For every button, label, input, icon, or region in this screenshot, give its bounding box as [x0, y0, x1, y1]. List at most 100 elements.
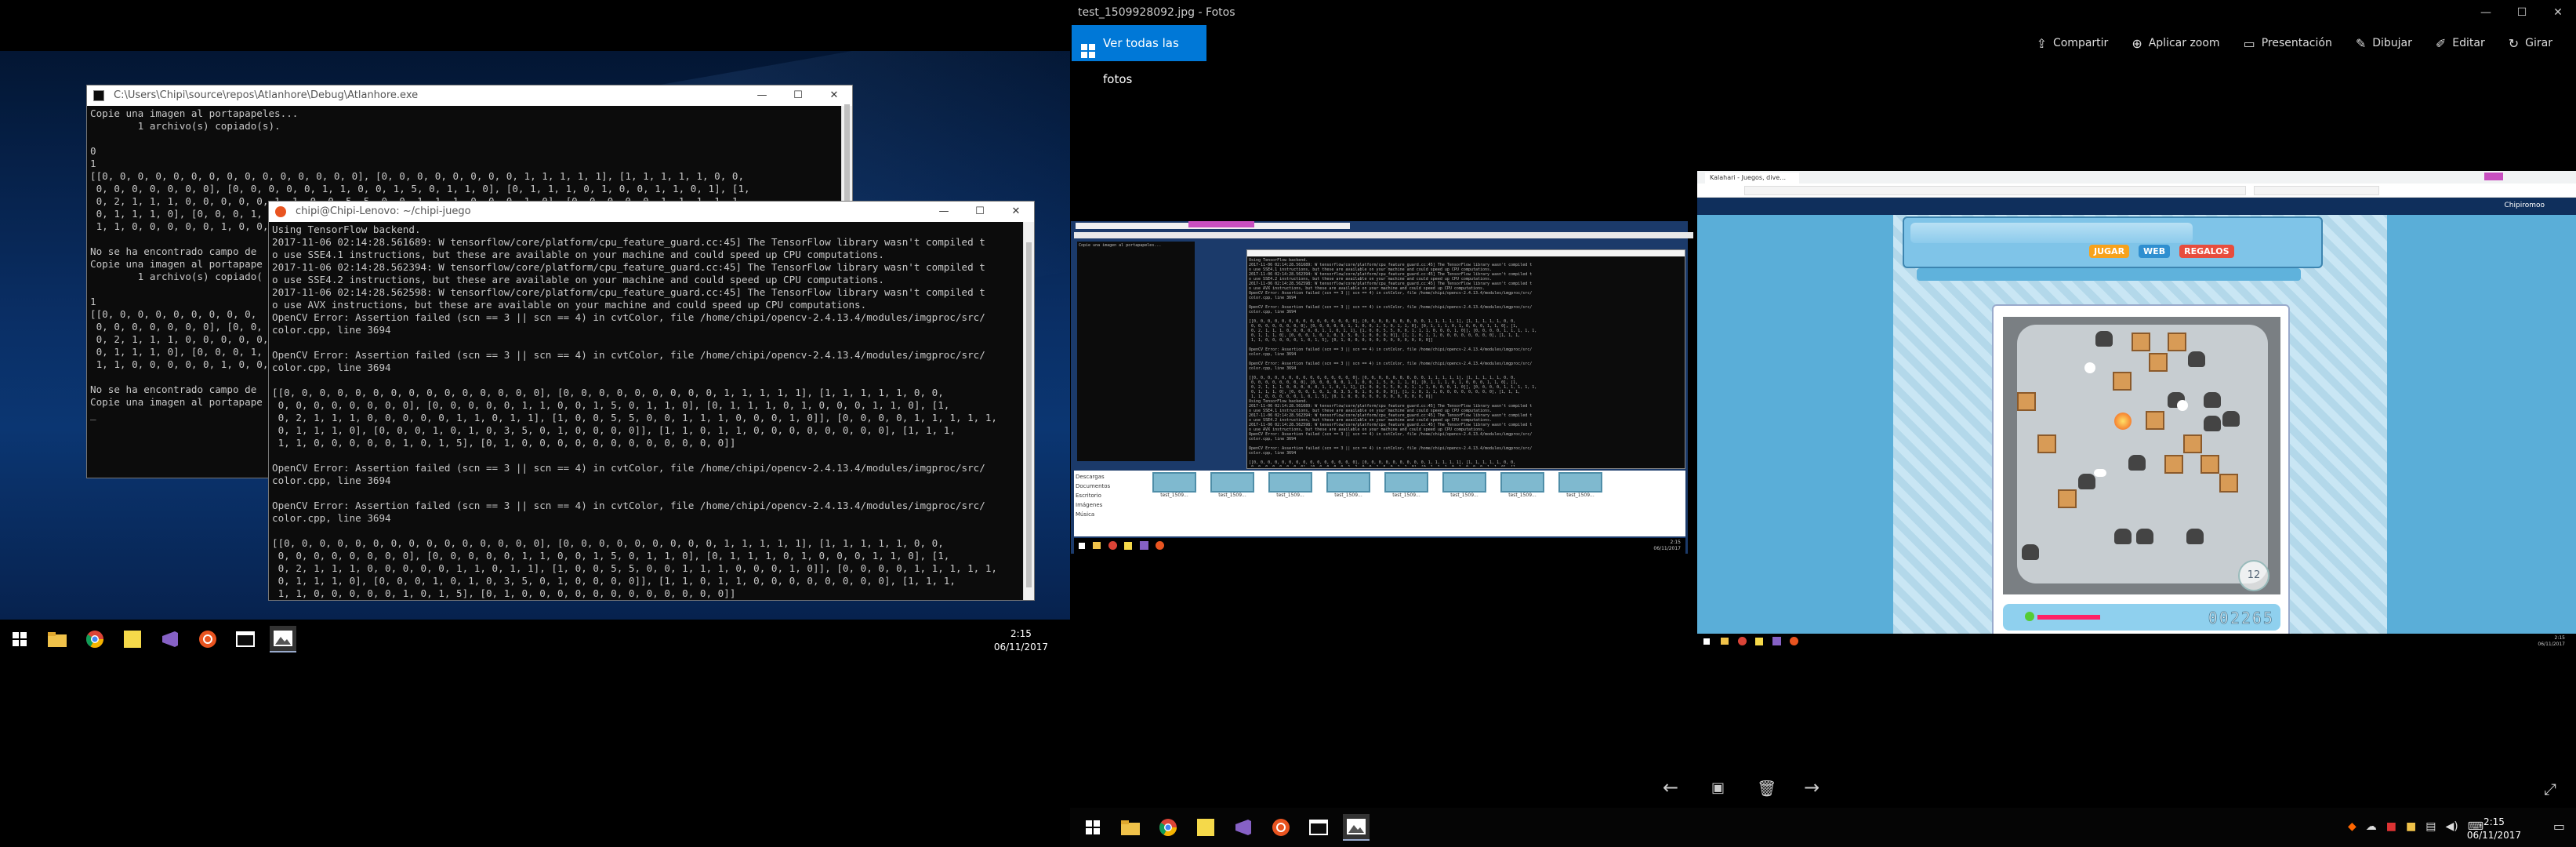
photo-inner-desktop: Copie una imagen al portapapeles... Usin… — [1071, 221, 1693, 554]
photos-app-icon[interactable] — [1343, 814, 1370, 841]
game-rock — [2128, 455, 2146, 471]
visual-studio-icon[interactable] — [157, 626, 183, 653]
file-explorer-icon[interactable] — [1117, 814, 1144, 841]
terminal-line: o use SSE4.2 instructions, but these are… — [272, 274, 884, 285]
draw-icon: ✎ — [2355, 35, 2367, 51]
inner-taskbar: 2:15 06/11/2017 — [1074, 538, 1685, 554]
toolbar-label: Dibujar — [2372, 37, 2412, 49]
photos-app-icon[interactable] — [270, 626, 296, 653]
inner-ubuntu-titlebar — [1247, 250, 1685, 256]
game-rock — [2022, 544, 2039, 560]
minimize-button[interactable]: — — [926, 202, 962, 222]
toolbar-presentación-button[interactable]: ▭ Presentación — [2244, 36, 2332, 51]
minimize-button[interactable]: — — [744, 85, 780, 106]
terminal-line: [[0, 0, 0, 0, 0, 0, 0, 0, 0, 0, 0, 0, 0,… — [272, 537, 944, 549]
inner-notes-icon — [1755, 638, 1763, 645]
ubuntu-app-icon[interactable] — [1268, 814, 1294, 841]
game-rock — [2204, 416, 2221, 431]
inner-sidebar-item: Música — [1076, 511, 1095, 518]
info-icon[interactable]: ▣ — [1711, 780, 1725, 796]
game-nav-button: REGALOS — [2179, 245, 2234, 258]
ubuntu-app-icon[interactable] — [194, 626, 221, 653]
clock-date: 06/11/2017 — [2466, 830, 2521, 841]
toolbar-girar-button[interactable]: ↻ Girar — [2509, 36, 2552, 51]
ubuntu-terminal-window[interactable]: chipi@Chipi-Lenovo: ~/chipi-juego — ☐ ✕ … — [268, 201, 1035, 601]
chrome-icon[interactable] — [1155, 814, 1181, 841]
photo-content-browser: Kalahari - Juegos, dive… Chipiromoo JUGA… — [1697, 171, 2576, 649]
ubuntu-scrollbar[interactable] — [1023, 222, 1034, 600]
toolbar-aplicar-zoom-button[interactable]: ⊕ Aplicar zoom — [2132, 36, 2219, 51]
toolbar-dibujar-button[interactable]: ✎ Dibujar — [2356, 36, 2412, 51]
file-explorer-icon[interactable] — [44, 626, 71, 653]
minimize-button[interactable]: — — [2468, 0, 2504, 25]
tray-app3-icon[interactable]: ■ — [2406, 820, 2416, 833]
thumbnail-label: test_1509... — [1392, 493, 1420, 498]
network-icon[interactable]: ▤ — [2425, 820, 2436, 833]
fullscreen-icon[interactable]: ⤢ — [2544, 780, 2556, 798]
toolbar-editar-button[interactable]: ✐ Editar — [2436, 36, 2485, 51]
volume-icon[interactable]: ◀) — [2445, 820, 2458, 833]
console-app-icon[interactable] — [1305, 814, 1332, 841]
taskbar-clock[interactable]: 2:15 06/11/2017 — [2467, 816, 2521, 842]
terminal-line: 0, 0, 0, 0, 0, 0, 0, 0], [0, 0, 0, 0, 0,… — [272, 399, 950, 411]
game-rock — [2114, 529, 2132, 544]
game-menu-row — [1917, 268, 2301, 281]
inner-clock-time: 2:15 — [1670, 540, 1681, 545]
ubuntu-output[interactable]: Using TensorFlow backend. 2017-11-06 02:1… — [269, 222, 1034, 600]
terminal-line: color.cpp, line 3694 — [272, 512, 391, 524]
tray-app2-icon[interactable]: ■ — [2386, 820, 2396, 833]
thumbnail-image — [1558, 472, 1602, 493]
inner-ubuntu-icon — [1156, 541, 1164, 550]
sticky-notes-icon[interactable] — [1192, 814, 1219, 841]
edit-icon: ✐ — [2435, 35, 2447, 51]
game-nav-button: JUGAR — [2089, 245, 2130, 258]
close-button[interactable]: ✕ — [2540, 0, 2576, 25]
thumbnail-image — [1268, 472, 1312, 493]
next-arrow-icon[interactable]: → — [1804, 776, 1820, 798]
toolbar-compartir-button[interactable]: ⇪ Compartir — [2037, 36, 2109, 51]
inner-sidebar-item: Imágenes — [1076, 502, 1103, 508]
thumbnail-image — [1500, 472, 1544, 493]
game-crate — [2168, 333, 2186, 351]
inner-vs-icon — [1772, 637, 1781, 645]
cmd-titlebar[interactable]: C:\Users\Chipi\source\repos\Atlanhore\De… — [87, 85, 852, 106]
onedrive-icon[interactable]: ☁ — [2366, 820, 2377, 833]
visual-studio-icon[interactable] — [1230, 814, 1257, 841]
windows-start-icon[interactable] — [1079, 814, 1106, 841]
taskbar-clock[interactable]: 2:15 06/11/2017 — [994, 627, 1048, 654]
inner-ubuntu-text: Using TensorFlow backend. 2017-11-06 02:… — [1249, 258, 1537, 467]
thumbnail-label: test_1509... — [1334, 493, 1362, 498]
slideshow-icon: ▭ — [2243, 35, 2255, 51]
inner-taskbar-right: 2:15 06/11/2017 — [1697, 634, 2576, 649]
toolbar-label: Compartir — [2052, 37, 2109, 49]
photos-titlebar[interactable]: test_1509928092.jpg - Fotos — ☐ ✕ — [1070, 0, 2576, 25]
maximize-button[interactable]: ☐ — [962, 202, 998, 222]
maximize-button[interactable]: ☐ — [780, 85, 816, 106]
game-board[interactable] — [2003, 317, 2280, 594]
chrome-icon[interactable] — [82, 626, 108, 653]
view-all-photos-button[interactable]: Ver todas las fotos — [1072, 25, 1206, 86]
inner-clock-date: 06/11/2017 — [1653, 546, 1681, 551]
inner-browser-tab: Kalahari - Juegos, dive… — [1705, 173, 1799, 184]
ubuntu-titlebar[interactable]: chipi@Chipi-Lenovo: ~/chipi-juego — ☐ ✕ — [269, 202, 1034, 222]
inner-start-icon — [1079, 543, 1085, 549]
maximize-button[interactable]: ☐ — [2504, 0, 2540, 25]
zoom-icon: ⊕ — [2132, 35, 2142, 51]
terminal-line: 1 — [90, 158, 96, 169]
photos-tools: ⇪ Compartir ⊕ Aplicar zoom ▭ Presentación ✎ Dib… — [2037, 25, 2552, 61]
game-rock — [2095, 331, 2113, 347]
game-crate — [2219, 474, 2238, 493]
previous-arrow-icon[interactable]: ← — [1663, 776, 1678, 798]
sticky-notes-icon[interactable] — [119, 626, 146, 653]
console-app-icon[interactable] — [232, 626, 259, 653]
toolbar-label: Presentación — [2261, 37, 2332, 49]
tray-app-icon[interactable]: ◆ — [2348, 820, 2356, 833]
delete-icon[interactable]: 🗑 — [1757, 779, 1776, 798]
notification-icon[interactable]: ▭ — [2553, 819, 2565, 834]
terminal-line: Copie una imagen al portapapeles... — [90, 107, 299, 119]
game-left-panel — [1697, 215, 1893, 649]
inner-thumbnail: test_1509... — [1207, 472, 1257, 535]
close-button[interactable]: ✕ — [816, 85, 852, 106]
close-button[interactable]: ✕ — [998, 202, 1034, 222]
windows-start-icon[interactable] — [6, 626, 33, 653]
